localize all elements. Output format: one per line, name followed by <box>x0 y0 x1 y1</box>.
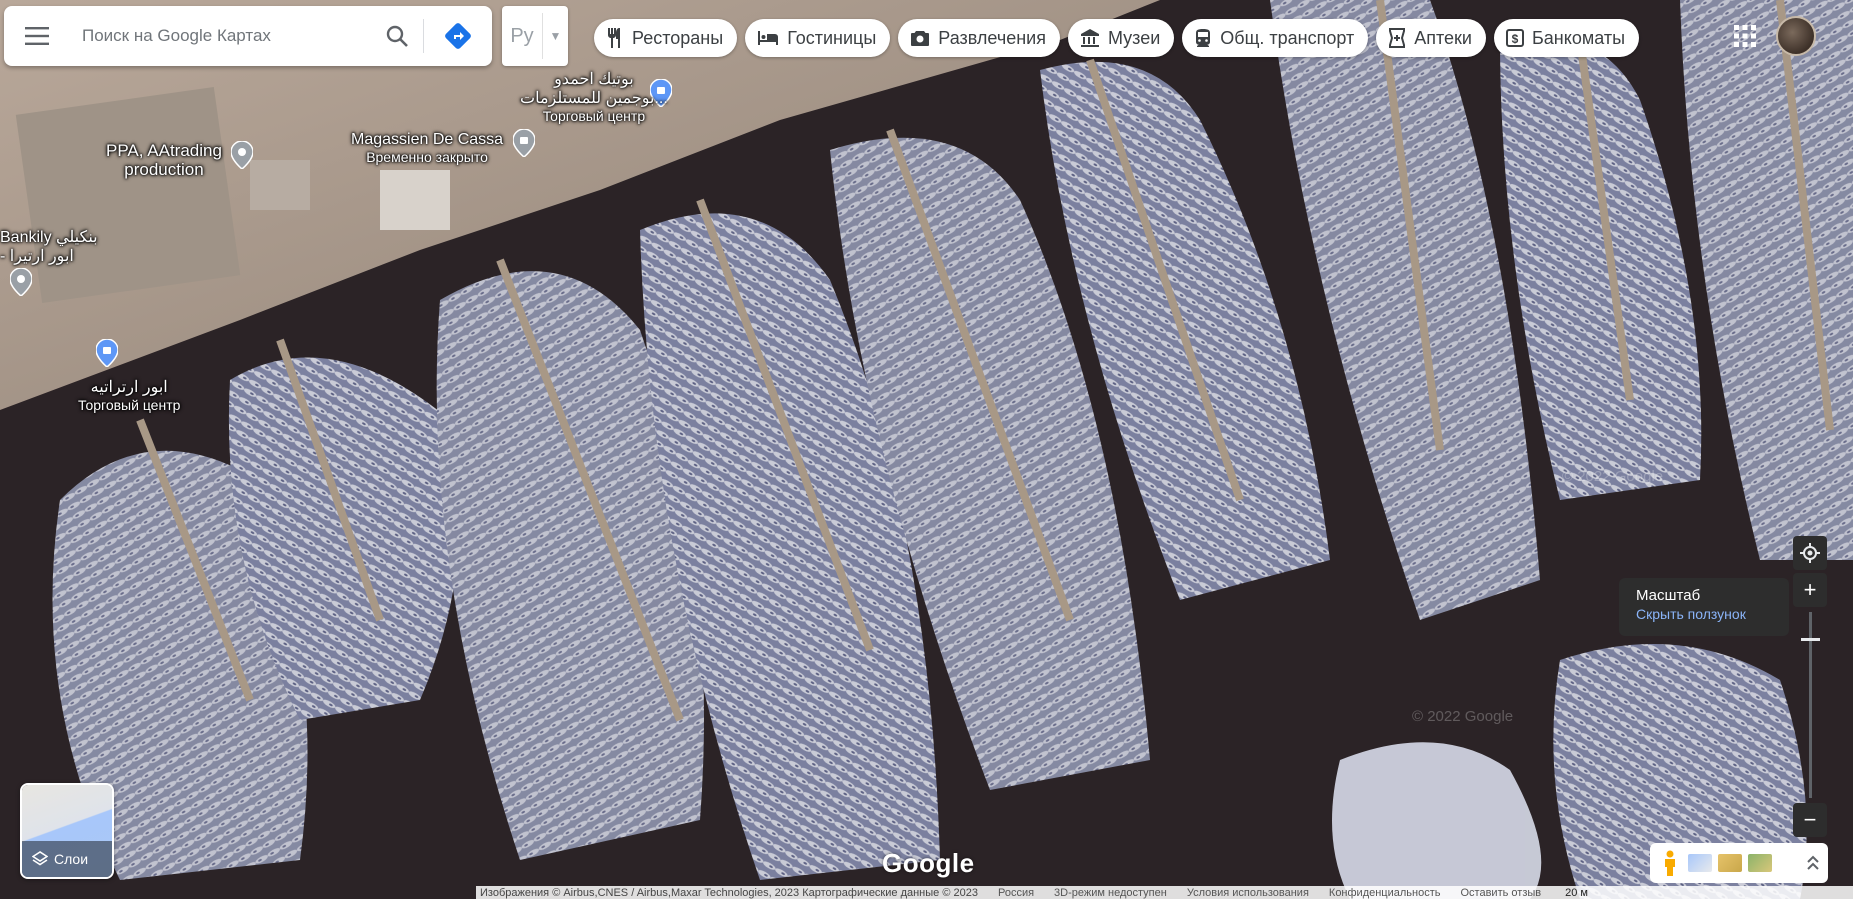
camera-icon <box>911 31 930 46</box>
place-name: بوتيك احمدو <box>554 71 634 88</box>
country-link[interactable]: Россия <box>998 887 1034 899</box>
place-name-2: - ابور ارتيرا <box>0 248 74 265</box>
chip-transit[interactable]: Общ. транспорт <box>1182 19 1369 57</box>
plus-icon: + <box>1803 577 1817 602</box>
input-language-label: Ру <box>510 24 534 47</box>
pegman-icon <box>1665 850 1675 876</box>
layers-label: Слои <box>54 851 89 867</box>
bed-icon <box>758 31 779 45</box>
directions-button[interactable] <box>424 6 492 66</box>
place-category: Торговый центр <box>542 108 646 124</box>
hide-slider-link[interactable]: Скрыть ползунок <box>1636 605 1789 624</box>
place-name: Magassien De Cassa <box>351 131 504 148</box>
svg-text:$: $ <box>1512 32 1519 46</box>
chip-hotels[interactable]: Гостиницы <box>745 19 891 57</box>
place-label-p2[interactable]: Magassien De Cassa Временно закрыто <box>351 130 503 165</box>
layers-label-bar: Слои <box>22 841 112 877</box>
footer-bar: Изображения © Airbus,CNES / Airbus,Maxar… <box>476 886 1853 899</box>
place-name: Bankily بنكيلي <box>0 229 98 246</box>
chip-museums[interactable]: Музеи <box>1067 19 1175 57</box>
search-input[interactable] <box>70 16 371 56</box>
chip-pharmacies[interactable]: Аптеки <box>1376 19 1486 57</box>
my-location-button[interactable] <box>1793 536 1827 570</box>
chip-label: Банкоматы <box>1531 27 1626 48</box>
place-pin-icon[interactable] <box>231 141 253 169</box>
hamburger-menu-icon <box>25 27 49 45</box>
google-logo: Google <box>882 848 975 878</box>
map-type-thumbnail-satellite[interactable] <box>1748 854 1772 872</box>
satellite-imagery <box>0 0 1853 899</box>
chip-label: Развлечения <box>938 27 1046 48</box>
search-box <box>4 6 492 66</box>
my-location-icon <box>1800 543 1820 563</box>
place-label-p4[interactable]: Bankily بنكيلي - ابور ارتيرا <box>0 228 98 266</box>
place-category: Торговый центр <box>78 397 181 413</box>
google-apps-button[interactable] <box>1725 16 1765 56</box>
chip-label: Гостиницы <box>787 27 877 48</box>
place-label-p1[interactable]: بوتيك احمدو بوجمين للمستلزمات... Торговы… <box>520 70 668 124</box>
input-tools-dropdown[interactable]: Ру ▼ <box>502 6 568 66</box>
satellite-map[interactable]: © 2022 Google © 2022 Google بوتيك احمدو … <box>0 0 1853 899</box>
chip-label: Рестораны <box>632 27 724 48</box>
scale-bar-label[interactable]: 20 м <box>1565 887 1588 899</box>
chip-entertainment[interactable]: Развлечения <box>898 19 1060 57</box>
apps-grid-icon <box>1734 25 1756 47</box>
map-type-thumbnail-default[interactable] <box>1688 854 1712 872</box>
place-category: Временно закрыто <box>366 149 488 165</box>
chevron-up-icon[interactable] <box>1806 855 1820 871</box>
chip-label: Общ. транспорт <box>1220 27 1355 48</box>
chip-label: Аптеки <box>1414 27 1472 48</box>
place-name-2: بوجمين للمستلزمات... <box>520 90 668 107</box>
shopping-pin-icon[interactable] <box>513 129 535 157</box>
zoom-in-button[interactable]: + <box>1793 573 1827 607</box>
layers-icon <box>32 851 48 866</box>
street-view-controls <box>1650 843 1828 883</box>
map-type-thumbnail-terrain[interactable] <box>1718 854 1742 872</box>
privacy-link[interactable]: Конфиденциальность <box>1329 887 1441 899</box>
place-name: ابور ارتراتيه <box>90 379 168 396</box>
museum-icon <box>1080 29 1099 47</box>
zoom-slider-handle[interactable] <box>1801 638 1820 641</box>
map-watermark: © 2022 Google <box>1412 708 1514 725</box>
zoom-out-button[interactable]: − <box>1793 803 1827 837</box>
chip-label: Музеи <box>1107 27 1161 48</box>
chip-restaurants[interactable]: Рестораны <box>594 19 738 57</box>
scale-tooltip: Масштаб Скрыть ползунок <box>1619 578 1789 636</box>
menu-button[interactable] <box>4 6 70 66</box>
map-watermark: © 2022 Google <box>1562 468 1664 485</box>
search-icon <box>386 25 408 47</box>
train-icon <box>1196 29 1211 47</box>
layers-button[interactable]: Слои <box>20 783 114 879</box>
scale-tooltip-title: Масштаб <box>1636 587 1701 604</box>
imagery-attribution: Изображения © Airbus,CNES / Airbus,Maxar… <box>480 886 978 899</box>
category-chips: Рестораны Гостиницы Развлечения Музеи Об… <box>594 19 1640 57</box>
pegman-button[interactable] <box>1658 849 1682 877</box>
place-pin-icon[interactable] <box>10 268 32 296</box>
chevron-down-icon: ▼ <box>549 29 562 43</box>
pharmacy-icon <box>1389 28 1406 48</box>
chip-atms[interactable]: $ Банкоматы <box>1493 19 1640 57</box>
place-name-2: production <box>124 160 204 179</box>
terms-link[interactable]: Условия использования <box>1187 887 1309 899</box>
place-label-p5[interactable]: ابور ارتراتيه Торговый центр <box>78 378 180 413</box>
3d-mode-status[interactable]: 3D-режим недоступен <box>1054 887 1167 899</box>
shopping-pin-icon[interactable] <box>96 339 118 367</box>
atm-icon: $ <box>1505 29 1524 47</box>
fork-knife-icon <box>608 28 620 48</box>
search-button[interactable] <box>371 6 423 66</box>
minus-icon: − <box>1803 807 1817 832</box>
place-name: PPA, AAtrading <box>106 141 222 160</box>
directions-icon <box>445 23 471 49</box>
place-label-p3[interactable]: PPA, AAtrading production <box>106 141 222 179</box>
feedback-link[interactable]: Оставить отзыв <box>1461 887 1542 899</box>
avatar[interactable] <box>1776 16 1816 56</box>
